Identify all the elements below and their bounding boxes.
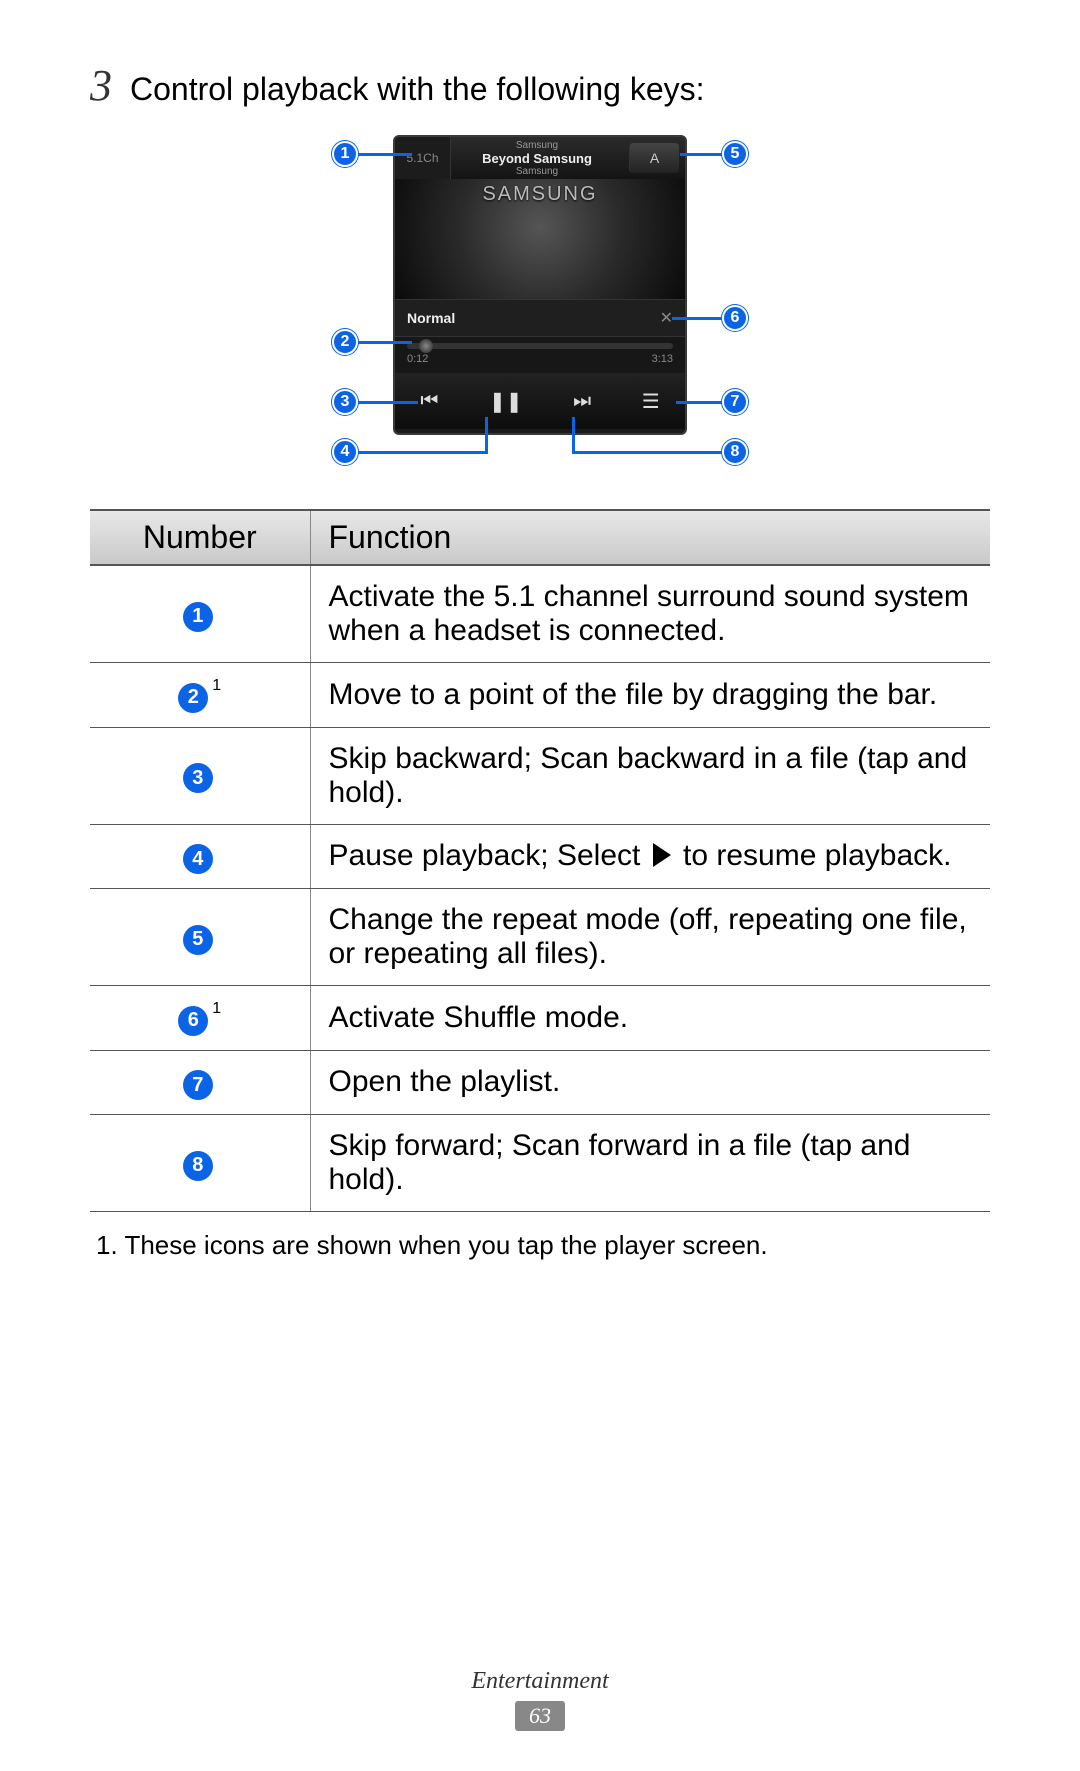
table-row: 1 Activate the 5.1 channel surround soun… bbox=[90, 565, 990, 663]
time-row: 0:12 3:13 bbox=[407, 353, 673, 365]
col-function: Function bbox=[310, 510, 990, 565]
bullet-7: 7 bbox=[183, 1070, 213, 1100]
lead-2 bbox=[358, 341, 412, 344]
lead-4h bbox=[358, 451, 488, 454]
controls-row: ⏮ ❚❚ ⏭ ☰ bbox=[395, 373, 685, 429]
step-text: Control playback with the following keys… bbox=[130, 71, 705, 108]
sup-2: 1 bbox=[212, 677, 221, 694]
play-icon bbox=[653, 843, 671, 867]
bullet-3: 3 bbox=[183, 763, 213, 793]
function-table: Number Function 1 Activate the 5.1 chann… bbox=[90, 509, 990, 1212]
table-row: 21 Move to a point of the file by draggi… bbox=[90, 663, 990, 728]
surround-51-button[interactable]: 5.1Ch bbox=[395, 137, 451, 179]
fn-8: Skip forward; Scan forward in a file (ta… bbox=[310, 1115, 990, 1212]
next-icon[interactable]: ⏭ bbox=[573, 390, 591, 413]
seek-knob[interactable] bbox=[419, 339, 433, 353]
lead-7 bbox=[676, 401, 724, 404]
samsung-logo: SAMSUNG bbox=[482, 183, 597, 206]
callout-2: 2 bbox=[332, 329, 358, 355]
lead-5 bbox=[680, 153, 724, 156]
step-number: 3 bbox=[90, 60, 112, 111]
seek-bar[interactable] bbox=[407, 343, 673, 349]
eq-label: Normal bbox=[407, 310, 455, 326]
table-row: 8 Skip forward; Scan forward in a file (… bbox=[90, 1115, 990, 1212]
bullet-2: 2 bbox=[178, 683, 208, 713]
lead-1 bbox=[358, 153, 412, 156]
prev-icon[interactable]: ⏮ bbox=[420, 390, 438, 413]
bullet-5: 5 bbox=[183, 925, 213, 955]
lead-8v bbox=[572, 417, 575, 453]
table-row: 61 Activate Shuffle mode. bbox=[90, 986, 990, 1051]
music-player-screenshot: 5.1Ch Samsung Beyond Samsung Samsung A S… bbox=[393, 135, 687, 435]
callout-7: 7 bbox=[722, 389, 748, 415]
callout-5: 5 bbox=[722, 141, 748, 167]
shuffle-icon[interactable]: ✕ bbox=[660, 308, 673, 328]
page-footer: Entertainment 63 bbox=[0, 1668, 1080, 1731]
bullet-8: 8 bbox=[183, 1151, 213, 1181]
callout-8: 8 bbox=[722, 439, 748, 465]
callout-6: 6 bbox=[722, 305, 748, 331]
footnote: 1. These icons are shown when you tap th… bbox=[90, 1230, 990, 1261]
callout-1: 1 bbox=[332, 141, 358, 167]
fn-4: Pause playback; Select to resume playbac… bbox=[310, 824, 990, 889]
fn-1: Activate the 5.1 channel surround sound … bbox=[310, 565, 990, 663]
player-diagram: 1 2 3 4 5 6 7 8 5.1Ch Samsung Beyond Sam… bbox=[280, 131, 800, 481]
eq-row: Normal ✕ bbox=[395, 299, 685, 337]
fn-2: Move to a point of the file by dragging … bbox=[310, 663, 990, 728]
sup-6: 1 bbox=[212, 1000, 221, 1017]
table-row: 7 Open the playlist. bbox=[90, 1050, 990, 1115]
lead-8h bbox=[572, 451, 724, 454]
step-row: 3 Control playback with the following ke… bbox=[90, 60, 990, 111]
lead-3 bbox=[358, 401, 418, 404]
artist-bottom: Samsung bbox=[451, 166, 623, 177]
callout-3: 3 bbox=[332, 389, 358, 415]
seek-area: 0:12 3:13 bbox=[395, 337, 685, 373]
bullet-4: 4 bbox=[183, 844, 213, 874]
section-label: Entertainment bbox=[0, 1668, 1080, 1695]
fn-7: Open the playlist. bbox=[310, 1050, 990, 1115]
table-row: 3 Skip backward; Scan backward in a file… bbox=[90, 727, 990, 824]
table-row: 5 Change the repeat mode (off, repeating… bbox=[90, 889, 990, 986]
time-elapsed: 0:12 bbox=[407, 353, 428, 365]
fn-5: Change the repeat mode (off, repeating o… bbox=[310, 889, 990, 986]
time-total: 3:13 bbox=[652, 353, 673, 365]
fn-6: Activate Shuffle mode. bbox=[310, 986, 990, 1051]
album-art: SAMSUNG bbox=[395, 179, 685, 299]
repeat-button[interactable]: A bbox=[629, 143, 679, 173]
track-name: Beyond Samsung bbox=[451, 151, 623, 166]
bullet-6: 6 bbox=[178, 1006, 208, 1036]
pause-icon[interactable]: ❚❚ bbox=[489, 389, 523, 414]
diagram-wrap: 1 2 3 4 5 6 7 8 5.1Ch Samsung Beyond Sam… bbox=[90, 131, 990, 481]
fn-3: Skip backward; Scan backward in a file (… bbox=[310, 727, 990, 824]
playlist-icon[interactable]: ☰ bbox=[642, 389, 660, 414]
lead-4v bbox=[485, 417, 488, 453]
table-row: 4 Pause playback; Select to resume playb… bbox=[90, 824, 990, 889]
player-top-bar: 5.1Ch Samsung Beyond Samsung Samsung A bbox=[395, 137, 685, 179]
artist-top: Samsung bbox=[451, 140, 623, 151]
track-title-area: Samsung Beyond Samsung Samsung bbox=[451, 137, 623, 179]
col-number: Number bbox=[90, 510, 310, 565]
lead-6 bbox=[672, 317, 724, 320]
page-number: 63 bbox=[515, 1701, 565, 1731]
bullet-1: 1 bbox=[183, 602, 213, 632]
callout-4: 4 bbox=[332, 439, 358, 465]
